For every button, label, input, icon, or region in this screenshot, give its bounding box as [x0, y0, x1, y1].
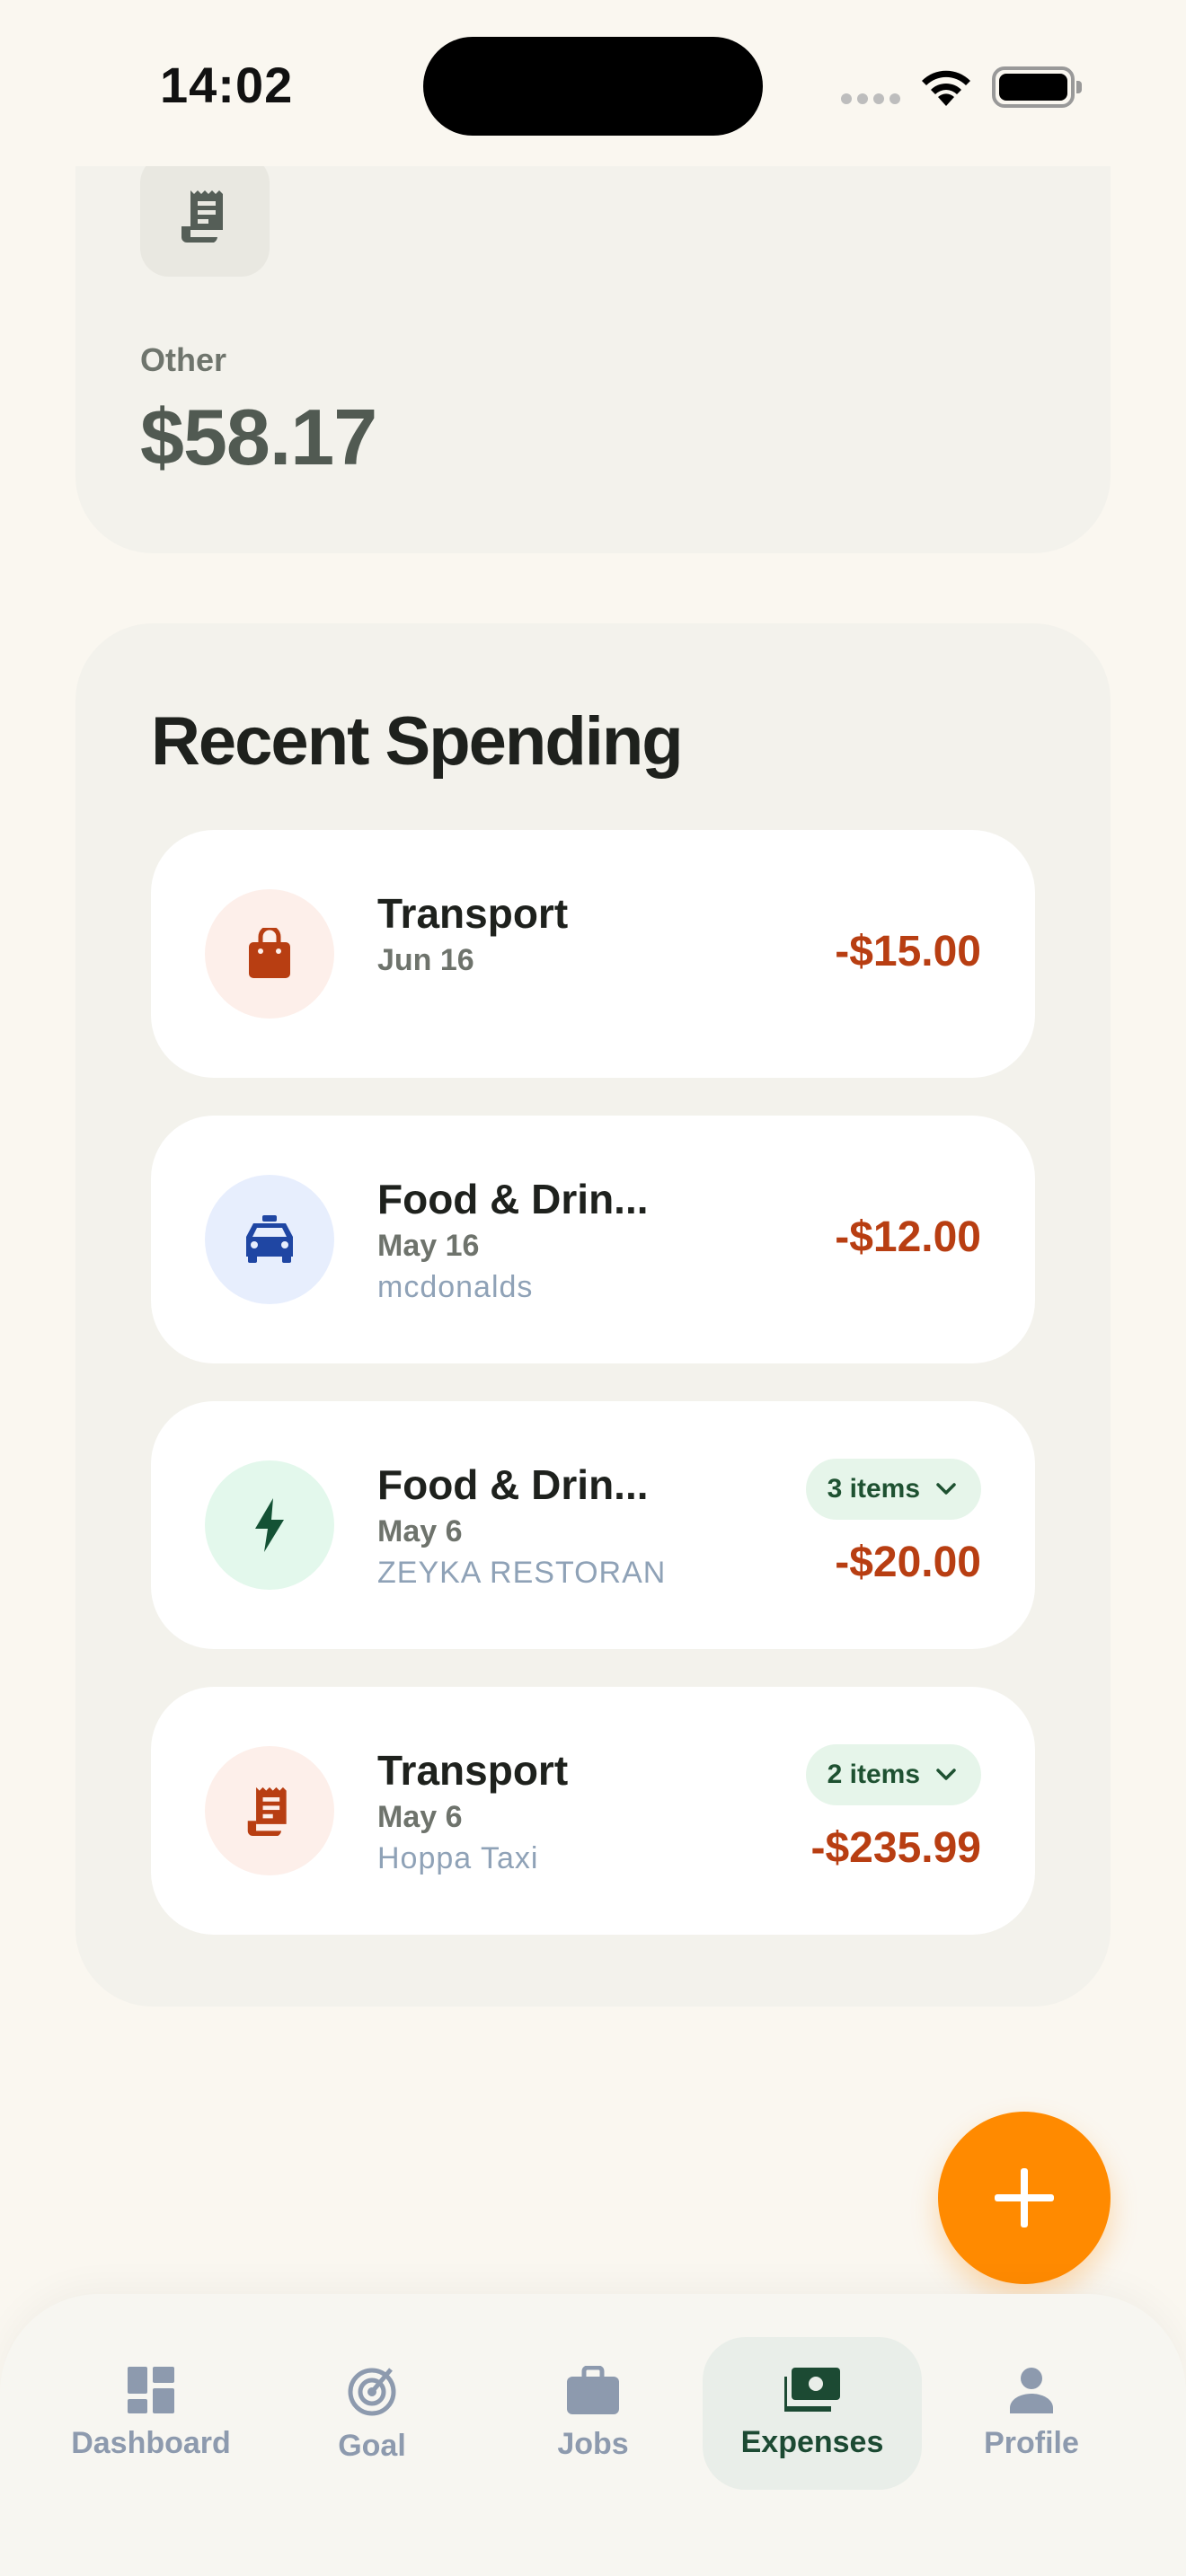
- add-expense-button[interactable]: [938, 2112, 1111, 2284]
- transaction-note: mcdonalds: [377, 1270, 534, 1304]
- dashboard-icon: [128, 2366, 174, 2413]
- transaction-date: May 6: [377, 1514, 463, 1548]
- taxi-icon: [205, 1175, 334, 1304]
- items-count: 3 items: [827, 1474, 920, 1504]
- recent-spending-section: Recent Spending Transport Jun 16 -$15.00: [75, 623, 1111, 2007]
- items-toggle-button[interactable]: 3 items: [805, 1459, 981, 1520]
- transaction-amount: -$15.00: [835, 928, 981, 975]
- chevron-down-icon: [936, 1769, 956, 1780]
- transaction-amount: -$235.99: [810, 1824, 982, 1872]
- nav-item-goal[interactable]: Goal: [262, 2337, 482, 2490]
- dynamic-island: [423, 37, 763, 136]
- transaction-title: Food & Drin...: [377, 1176, 649, 1222]
- nav-label: Goal: [338, 2428, 406, 2463]
- cellular-signal-icon: [841, 93, 900, 104]
- nav-label: Dashboard: [71, 2425, 231, 2460]
- transaction-amount: -$20.00: [835, 1539, 981, 1586]
- briefcase-icon: [567, 2365, 619, 2414]
- transaction-amount: -$12.00: [835, 1213, 981, 1261]
- transaction-note: Hoppa Taxi: [377, 1841, 539, 1875]
- items-count: 2 items: [827, 1760, 920, 1789]
- nav-item-jobs[interactable]: Jobs: [483, 2337, 703, 2490]
- transaction-item[interactable]: Food & Drin... May 16 mcdonalds -$12.00: [151, 1116, 1035, 1363]
- status-bar: 14:02: [0, 0, 1186, 166]
- items-toggle-button[interactable]: 2 items: [805, 1744, 981, 1805]
- transaction-date: May 6: [377, 1800, 463, 1834]
- nav-item-dashboard[interactable]: Dashboard: [41, 2337, 261, 2490]
- summary-label: Other: [140, 341, 227, 378]
- person-icon: [1010, 2367, 1053, 2413]
- nav-label: Jobs: [557, 2426, 629, 2461]
- transaction-item[interactable]: Transport May 6 Hoppa Taxi 2 items -$235…: [151, 1687, 1035, 1935]
- transaction-title: Transport: [377, 890, 569, 937]
- chevron-down-icon: [936, 1483, 956, 1495]
- transaction-note: ZEYKA RESTORAN: [377, 1556, 667, 1590]
- nav-item-expenses[interactable]: Expenses: [703, 2337, 922, 2490]
- receipt-icon: [140, 154, 270, 277]
- transaction-item[interactable]: Food & Drin... May 6 ZEYKA RESTORAN 3 it…: [151, 1401, 1035, 1649]
- receipt-icon: [205, 1746, 334, 1875]
- wifi-icon: [922, 70, 970, 106]
- summary-amount: $58.17: [140, 393, 377, 481]
- transaction-date: May 16: [377, 1229, 480, 1263]
- bottom-navigation: Dashboard Goal Jobs Expenses Profile: [0, 2294, 1186, 2576]
- plus-icon: [995, 2168, 1054, 2228]
- shopping-bag-icon: [205, 889, 334, 1019]
- battery-icon: [992, 66, 1082, 108]
- nav-item-profile[interactable]: Profile: [922, 2337, 1141, 2490]
- nav-label: Profile: [984, 2425, 1079, 2460]
- section-title: Recent Spending: [151, 703, 684, 780]
- transaction-title: Food & Drin...: [377, 1461, 649, 1508]
- transaction-title: Transport: [377, 1747, 569, 1794]
- transaction-item[interactable]: Transport Jun 16 -$15.00: [151, 830, 1035, 1078]
- nav-label: Expenses: [740, 2424, 884, 2459]
- bolt-icon: [205, 1460, 334, 1590]
- transaction-date: Jun 16: [377, 943, 474, 977]
- cash-icon: [784, 2367, 840, 2412]
- target-icon: [348, 2367, 396, 2415]
- status-time: 14:02: [160, 57, 294, 113]
